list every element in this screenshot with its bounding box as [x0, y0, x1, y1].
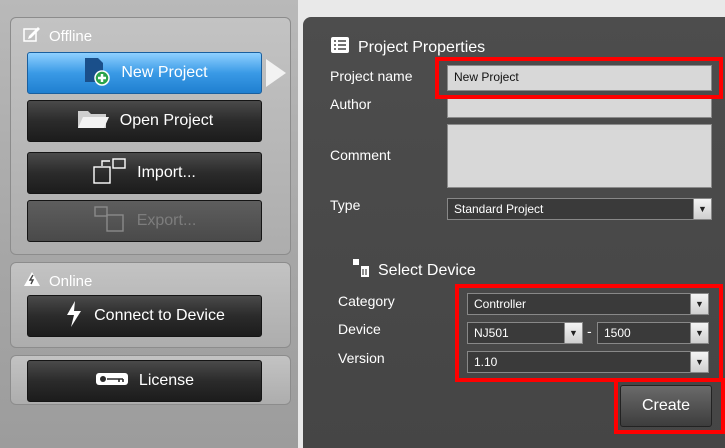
- comment-field[interactable]: [447, 124, 712, 188]
- device-value: NJ501: [474, 326, 509, 340]
- select-device-label: Select Device: [378, 261, 476, 279]
- license-label: License: [138, 372, 195, 389]
- project-name-field[interactable]: New Project: [447, 65, 712, 91]
- create-button[interactable]: Create: [620, 385, 712, 427]
- device-model-value: 1500: [604, 326, 631, 340]
- category-select[interactable]: Controller ▼: [467, 293, 709, 315]
- open-project-button[interactable]: Open Project: [27, 100, 262, 142]
- open-project-label: Open Project: [119, 112, 214, 129]
- category-value: Controller: [474, 297, 527, 311]
- folder-icon: [76, 107, 110, 136]
- connect-label: Connect to Device: [94, 307, 225, 324]
- edit-icon: [23, 26, 41, 46]
- author-field[interactable]: [447, 98, 712, 118]
- comment-label: Comment: [330, 147, 391, 163]
- project-properties-title: Project Properties: [330, 36, 485, 59]
- version-select[interactable]: 1.10 ▼: [467, 351, 709, 373]
- version-label: Version: [338, 350, 385, 366]
- chevron-down-icon[interactable]: ▼: [564, 323, 582, 343]
- key-icon: [95, 371, 129, 392]
- warning-icon: [23, 271, 41, 291]
- type-select[interactable]: Standard Project ▼: [447, 198, 712, 220]
- chevron-down-icon[interactable]: ▼: [690, 323, 708, 343]
- device-icon: [352, 258, 370, 283]
- type-value: Standard Project: [454, 202, 544, 216]
- chevron-down-icon[interactable]: ▼: [690, 294, 708, 314]
- author-label: Author: [330, 96, 372, 112]
- list-icon: [330, 36, 350, 59]
- offline-title-label: Offline: [49, 27, 93, 45]
- project-properties-label: Project Properties: [358, 38, 486, 56]
- import-button[interactable]: Import...: [27, 152, 262, 194]
- new-project-icon: [81, 56, 111, 91]
- selected-arrow-icon: [266, 59, 286, 87]
- lightning-icon: [64, 300, 84, 333]
- online-title-label: Online: [49, 272, 93, 290]
- device-model-select[interactable]: 1500 ▼: [597, 322, 709, 344]
- import-icon: [93, 157, 127, 190]
- device-select[interactable]: NJ501 ▼: [467, 322, 583, 344]
- category-label: Category: [338, 293, 395, 309]
- offline-title: Offline: [23, 26, 92, 46]
- import-label: Import...: [137, 164, 196, 181]
- version-value: 1.10: [474, 355, 498, 369]
- device-label: Device: [338, 321, 381, 337]
- new-project-label: New Project: [121, 64, 208, 81]
- online-title: Online: [23, 271, 92, 291]
- type-label: Type: [330, 197, 361, 213]
- export-button[interactable]: Export...: [27, 200, 262, 242]
- license-button[interactable]: License: [27, 360, 262, 402]
- chevron-down-icon[interactable]: ▼: [693, 199, 711, 219]
- project-name-label: Project name: [330, 68, 413, 84]
- select-device-title: Select Device: [352, 258, 476, 283]
- export-label: Export...: [136, 212, 197, 229]
- new-project-button[interactable]: New Project: [27, 52, 262, 94]
- export-icon: [93, 205, 127, 238]
- connect-to-device-button[interactable]: Connect to Device: [27, 295, 262, 337]
- device-separator: -: [587, 323, 592, 339]
- chevron-down-icon[interactable]: ▼: [690, 352, 708, 372]
